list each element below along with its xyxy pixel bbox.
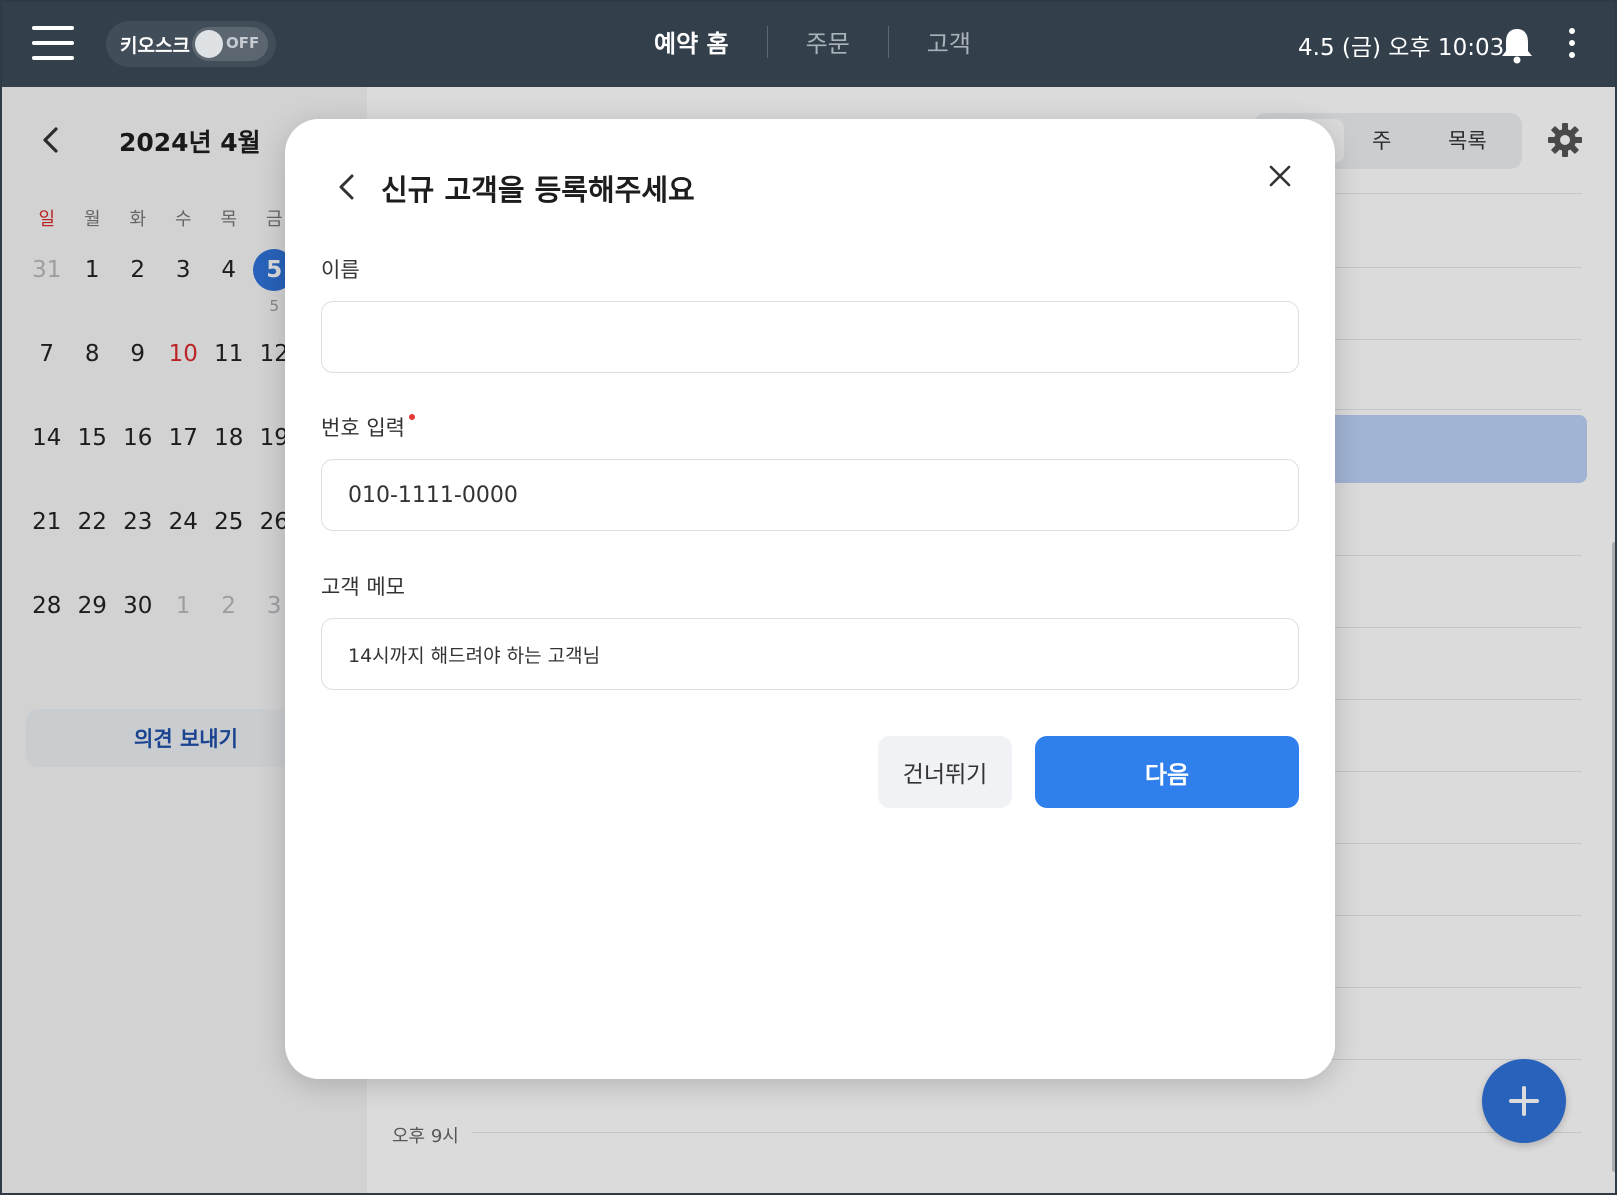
kiosk-state-text: OFF (226, 34, 260, 52)
back-arrow-icon[interactable] (335, 171, 359, 203)
hamburger-menu-icon[interactable] (32, 26, 74, 60)
more-vertical-icon[interactable] (1567, 28, 1577, 60)
tab-orders[interactable]: 주문 (768, 24, 888, 59)
kiosk-label: 키오스크 (120, 34, 190, 57)
memo-input[interactable] (321, 618, 1299, 690)
phone-input[interactable] (321, 459, 1299, 531)
name-label: 이름 (321, 258, 360, 282)
toggle-knob (195, 30, 223, 58)
new-customer-modal: 신규 고객을 등록해주세요 이름 번호 입력 고객 메모 건너뛰기 다음 (285, 119, 1335, 1079)
app-window: 키오스크 OFF 예약 홈 주문 고객 4.5 (금) 오후 10:03 202… (0, 0, 1617, 1195)
kiosk-switch-group: 키오스크 OFF (106, 21, 276, 67)
tab-customers[interactable]: 고객 (889, 24, 1009, 59)
bell-icon[interactable] (1500, 26, 1534, 64)
main-nav: 예약 홈 주문 고객 (616, 24, 1009, 59)
top-bar: 키오스크 OFF 예약 홈 주문 고객 4.5 (금) 오후 10:03 (2, 2, 1615, 87)
skip-button[interactable]: 건너뛰기 (878, 736, 1012, 808)
phone-label-text: 번호 입력 (321, 416, 405, 440)
required-indicator (408, 414, 415, 420)
modal-title: 신규 고객을 등록해주세요 (381, 173, 695, 207)
tab-reservation-home[interactable]: 예약 홈 (616, 24, 767, 59)
close-icon[interactable] (1265, 161, 1295, 191)
current-datetime: 4.5 (금) 오후 10:03 (1298, 35, 1505, 61)
phone-label: 번호 입력 (321, 412, 415, 442)
name-input[interactable] (321, 301, 1299, 373)
memo-label: 고객 메모 (321, 575, 405, 599)
next-button[interactable]: 다음 (1035, 736, 1299, 808)
kiosk-toggle[interactable]: OFF (192, 27, 268, 61)
